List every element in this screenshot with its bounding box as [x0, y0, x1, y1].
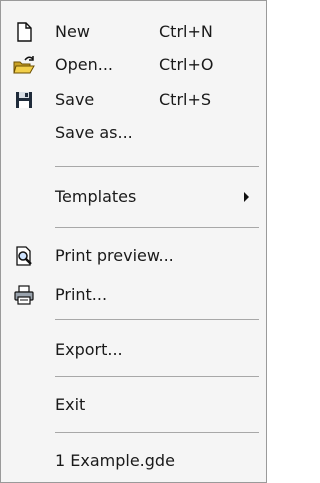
- menu-separator: [55, 319, 259, 320]
- file-menu: New Ctrl+N Open... Ctrl+O Save Ctrl+S Sa…: [0, 0, 267, 483]
- menu-item-print[interactable]: Print...: [1, 280, 266, 310]
- menu-item-label: Save: [55, 90, 95, 109]
- printer-icon: [13, 284, 35, 306]
- menu-item-label: Print preview...: [55, 246, 174, 265]
- menu-separator: [55, 376, 259, 377]
- menu-item-export[interactable]: Export...: [1, 335, 266, 365]
- menu-item-label: Templates: [55, 187, 137, 206]
- menu-item-shortcut: Ctrl+N: [159, 22, 213, 41]
- print-preview-icon: [13, 245, 35, 267]
- menu-separator: [55, 432, 259, 433]
- menu-item-shortcut: Ctrl+O: [159, 55, 214, 74]
- menu-item-open[interactable]: Open... Ctrl+O: [1, 50, 266, 80]
- menu-item-templates[interactable]: Templates: [1, 182, 266, 212]
- menu-item-shortcut: Ctrl+S: [159, 90, 212, 109]
- menu-item-label: Exit: [55, 395, 86, 414]
- save-floppy-icon: [13, 89, 35, 111]
- menu-separator: [55, 227, 259, 228]
- menu-item-label: Print...: [55, 285, 108, 304]
- menu-item-new[interactable]: New Ctrl+N: [1, 17, 266, 47]
- menu-item-print-preview[interactable]: Print preview...: [1, 241, 266, 271]
- menu-item-label: Open...: [55, 55, 113, 74]
- menu-item-recent-file[interactable]: 1 Example.gde: [1, 446, 266, 476]
- menu-separator: [55, 166, 259, 167]
- menu-item-save[interactable]: Save Ctrl+S: [1, 85, 266, 115]
- menu-item-exit[interactable]: Exit: [1, 390, 266, 420]
- menu-item-label: Save as...: [55, 123, 133, 142]
- new-file-icon: [13, 21, 35, 43]
- menu-item-label: 1 Example.gde: [55, 451, 175, 470]
- open-folder-icon: [13, 54, 35, 76]
- menu-item-label: Export...: [55, 340, 123, 359]
- submenu-arrow-icon: [244, 192, 249, 202]
- menu-item-save-as[interactable]: Save as...: [1, 118, 266, 148]
- menu-item-label: New: [55, 22, 90, 41]
